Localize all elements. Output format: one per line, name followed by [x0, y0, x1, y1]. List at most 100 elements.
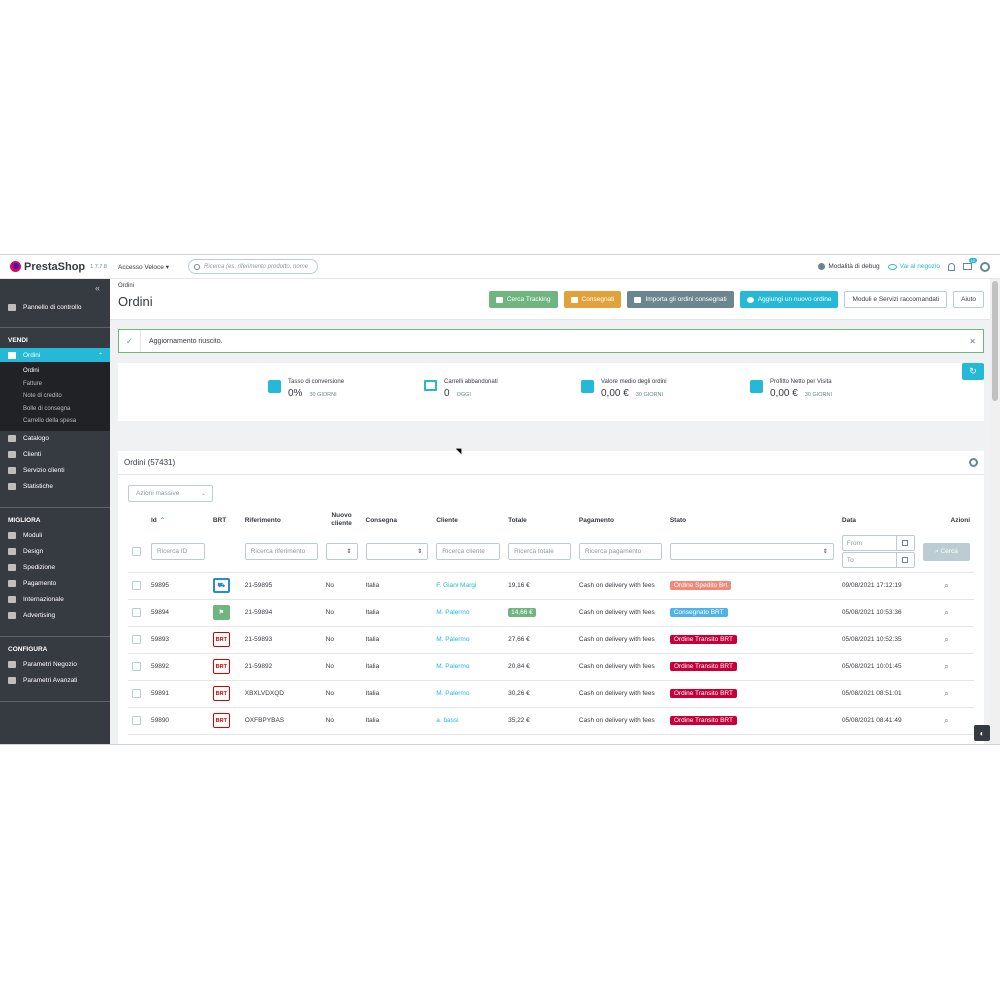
- col-id[interactable]: Id ⌃: [147, 508, 209, 532]
- col-total[interactable]: Totale: [504, 508, 575, 532]
- logo[interactable]: PrestaShop 1.7.7.8: [10, 261, 110, 273]
- select-all-checkbox[interactable]: [132, 547, 141, 557]
- sidebar-item-payment[interactable]: Pagamento: [0, 576, 110, 592]
- brt-red-icon[interactable]: BRT: [212, 632, 230, 647]
- sidebar-item-design[interactable]: Design: [0, 544, 110, 560]
- status-badge[interactable]: Ordine Spedito Brt: [669, 581, 732, 590]
- table-row[interactable]: 59894 ⚑ 21-59894 No Italia M. Palermo 14…: [128, 599, 974, 627]
- scrollbar-thumb[interactable]: [992, 281, 998, 401]
- client-link[interactable]: M. Palermo: [436, 690, 469, 697]
- order-id[interactable]: 59891: [146, 680, 209, 708]
- client-link[interactable]: M. Palermo: [436, 663, 469, 670]
- debug-mode-link[interactable]: Modalità di debug: [818, 263, 880, 270]
- status-badge[interactable]: Ordine Transito BRT: [669, 716, 737, 725]
- brt-flag-icon[interactable]: ⚑: [212, 605, 230, 620]
- sidebar-item-advanced-params[interactable]: Parametri Avanzati: [0, 673, 110, 689]
- col-new-client[interactable]: Nuovo cliente: [322, 508, 362, 532]
- view-order-icon[interactable]: ⌕: [944, 581, 948, 590]
- view-order-icon[interactable]: ⌕: [944, 635, 948, 644]
- client-link[interactable]: F. Giani Margi: [436, 582, 476, 589]
- filter-ref-input[interactable]: Ricerca riferimento: [244, 543, 318, 561]
- sidebar-item-modules[interactable]: Moduli: [0, 528, 110, 544]
- import-delivered-button[interactable]: Importa gli ordini consegnati: [627, 291, 734, 308]
- submenu-delivery-slips[interactable]: Bolle di consegna: [23, 403, 110, 416]
- brt-red-icon[interactable]: BRT: [212, 713, 230, 728]
- row-checkbox[interactable]: [132, 716, 141, 725]
- orders-cart-icon[interactable]: 10: [963, 258, 977, 270]
- close-icon[interactable]: ✕: [969, 337, 976, 346]
- status-badge[interactable]: Ordine Transito BRT: [669, 662, 737, 671]
- client-link[interactable]: a. bassi: [436, 717, 458, 724]
- order-id[interactable]: 59895: [146, 572, 209, 600]
- submenu-invoices[interactable]: Fatture: [23, 378, 110, 391]
- add-order-button[interactable]: Aggiungi un nuovo ordine: [739, 291, 839, 308]
- order-reference[interactable]: 21-59892: [240, 653, 322, 681]
- status-badge[interactable]: Ordine Transito BRT: [669, 689, 737, 698]
- calendar-icon[interactable]: [896, 552, 915, 569]
- row-checkbox[interactable]: [132, 689, 141, 698]
- gear-icon[interactable]: [969, 458, 978, 467]
- submenu-shopping-carts[interactable]: Carrello della spesa: [23, 415, 110, 428]
- view-order-icon[interactable]: ⌕: [944, 716, 948, 725]
- filter-total-input[interactable]: Ricerca totale: [508, 543, 571, 561]
- breadcrumb[interactable]: Ordini: [118, 283, 134, 289]
- sidebar-item-international[interactable]: Internazionale: [0, 592, 110, 608]
- order-id[interactable]: 59890: [146, 707, 209, 735]
- sidebar-item-clients[interactable]: Clienti: [0, 447, 110, 463]
- view-order-icon[interactable]: ⌕: [944, 608, 948, 617]
- filter-date-to[interactable]: To: [841, 552, 897, 569]
- collapse-sidebar-icon[interactable]: «: [95, 283, 100, 293]
- order-id[interactable]: 59893: [146, 626, 209, 654]
- vertical-scrollbar[interactable]: [990, 279, 1000, 744]
- order-reference[interactable]: 21-59895: [240, 572, 322, 600]
- row-checkbox[interactable]: [132, 581, 141, 590]
- view-shop-link[interactable]: Vai al negozio: [887, 263, 940, 270]
- search-input[interactable]: Ricerca (es. riferimento prodotto, nome: [188, 259, 318, 274]
- order-reference[interactable]: XBXLVDXQD: [240, 680, 322, 708]
- order-reference[interactable]: 21-59894: [240, 599, 322, 627]
- sidebar-item-shipping[interactable]: Spedizione: [0, 560, 110, 576]
- order-id[interactable]: 59894: [146, 599, 209, 627]
- recommended-modules-button[interactable]: Moduli e Servizi raccomandati: [844, 291, 948, 308]
- col-ref[interactable]: Riferimento: [241, 508, 322, 532]
- help-button[interactable]: Aiuto: [953, 291, 984, 308]
- sidebar-item-dashboard[interactable]: Pannello di controllo: [0, 299, 110, 315]
- delivered-button[interactable]: Consegnati: [563, 291, 622, 308]
- client-link[interactable]: M. Palermo: [436, 636, 469, 643]
- submenu-orders[interactable]: Ordini: [23, 365, 110, 378]
- table-row[interactable]: 59895 ⛟ 21-59895 No Italia F. Giani Marg…: [128, 572, 974, 600]
- table-row[interactable]: 59892 BRT 21-59892 No Italia M. Palermo …: [128, 653, 974, 681]
- filter-id-input[interactable]: Ricerca ID: [150, 543, 205, 561]
- sidebar-item-statistics[interactable]: Statistiche: [0, 479, 110, 495]
- sidebar-item-catalog[interactable]: Catalogo: [0, 431, 110, 447]
- search-tracking-button[interactable]: Cerca Tracking: [488, 291, 558, 308]
- view-order-icon[interactable]: ⌕: [944, 689, 948, 698]
- status-badge[interactable]: Consegnato BRT: [669, 608, 728, 617]
- order-id[interactable]: 59892: [146, 653, 209, 681]
- col-payment[interactable]: Pagamento: [575, 508, 666, 532]
- sidebar-item-customer-service[interactable]: Servizio clienti: [0, 463, 110, 479]
- client-link[interactable]: M. Palermo: [436, 609, 469, 616]
- col-status[interactable]: Stato: [666, 508, 838, 532]
- view-order-icon[interactable]: ⌕: [944, 662, 948, 671]
- order-reference[interactable]: OXFBPYBAS: [240, 707, 322, 735]
- order-reference[interactable]: 21-59893: [240, 626, 322, 654]
- brt-red-icon[interactable]: BRT: [212, 659, 230, 674]
- col-date[interactable]: Data: [838, 508, 919, 532]
- col-delivery[interactable]: Consegna: [362, 508, 433, 532]
- bulk-actions-dropdown[interactable]: Azioni massive ⌄: [128, 485, 213, 502]
- filter-payment-input[interactable]: Ricerca pagamento: [578, 543, 662, 561]
- submenu-credit-notes[interactable]: Note di credito: [23, 390, 110, 403]
- row-checkbox[interactable]: [132, 662, 141, 671]
- refresh-icon[interactable]: ↻: [962, 363, 984, 380]
- filter-date-from[interactable]: From: [841, 535, 897, 552]
- table-row[interactable]: 59893 BRT 21-59893 No Italia M. Palermo …: [128, 626, 974, 654]
- sidebar-item-advertising[interactable]: Advertising: [0, 608, 110, 624]
- sidebar-item-orders[interactable]: Ordini ⌃: [0, 348, 110, 362]
- filter-client-input[interactable]: Ricerca cliente: [436, 543, 501, 561]
- sort-asc-icon[interactable]: ⌃: [160, 517, 165, 524]
- status-badge[interactable]: Ordine Transito BRT: [669, 635, 737, 644]
- quick-access-dropdown[interactable]: Accesso Veloce ▾: [118, 263, 188, 271]
- brt-truck-icon[interactable]: ⛟: [212, 578, 230, 593]
- search-button[interactable]: ⌕ Cerca: [922, 542, 970, 561]
